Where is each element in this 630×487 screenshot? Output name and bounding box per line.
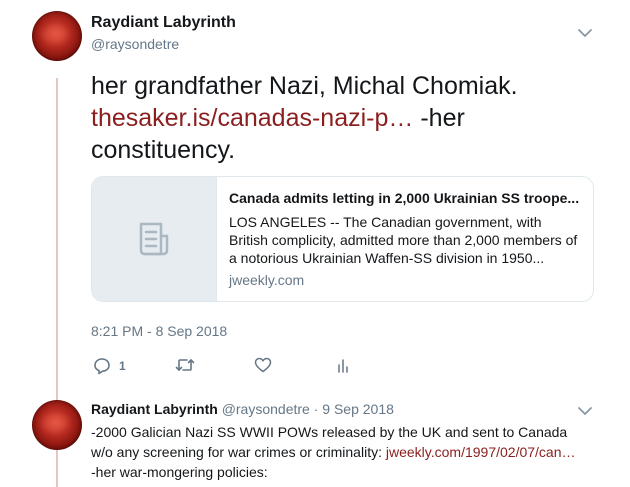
heart-icon	[254, 357, 272, 373]
reply-count: 1	[119, 359, 126, 373]
like-button[interactable]	[254, 357, 272, 373]
reply-text: -2000 Galician Nazi SS WWII POWs release…	[91, 422, 577, 482]
chevron-down-icon[interactable]	[578, 406, 592, 416]
user-handle[interactable]: @raysondetre	[91, 36, 179, 52]
reply-display-name[interactable]: Raydiant Labyrinth	[91, 401, 218, 417]
tweet-timestamp[interactable]: 8:21 PM - 8 Sep 2018	[91, 323, 227, 339]
display-name[interactable]: Raydiant Labyrinth	[91, 14, 236, 32]
tweet-actions: 1	[91, 357, 391, 377]
avatar[interactable]	[32, 11, 82, 61]
card-title[interactable]: Canada admits letting in 2,000 Ukrainian…	[229, 189, 581, 207]
card-thumbnail	[92, 177, 217, 301]
document-icon	[139, 222, 169, 256]
thread-line	[56, 78, 58, 400]
analytics-button[interactable]	[336, 357, 350, 373]
reply-text-part: -her war-mongering policies:	[91, 464, 268, 480]
retweet-icon	[175, 359, 195, 371]
link-card[interactable]: Canada admits letting in 2,000 Ukrainian…	[91, 176, 594, 302]
reply-link[interactable]: jweekly.com/1997/02/07/can…	[386, 444, 576, 460]
reply-header: Raydiant Labyrinth @raysondetre · 9 Sep …	[91, 401, 394, 417]
thread-line	[56, 450, 58, 487]
analytics-icon	[338, 359, 348, 373]
tweet-link[interactable]: thesaker.is/canadas-nazi-p…	[91, 104, 413, 132]
reply-button[interactable]: 1	[93, 357, 126, 375]
card-domain: jweekly.com	[229, 272, 305, 288]
card-description: LOS ANGELES -- The Canadian government, …	[229, 214, 578, 266]
retweet-button[interactable]	[175, 357, 195, 373]
tweet-text: her grandfather Nazi, Michal Chomiak. th…	[91, 70, 591, 166]
tweet-text-part: her grandfather Nazi, Michal Chomiak.	[91, 72, 518, 100]
chevron-down-icon[interactable]	[578, 28, 592, 38]
reply-avatar[interactable]	[32, 400, 82, 450]
reply-handle-date[interactable]: @raysondetre · 9 Sep 2018	[222, 401, 394, 417]
reply-icon	[94, 358, 110, 375]
